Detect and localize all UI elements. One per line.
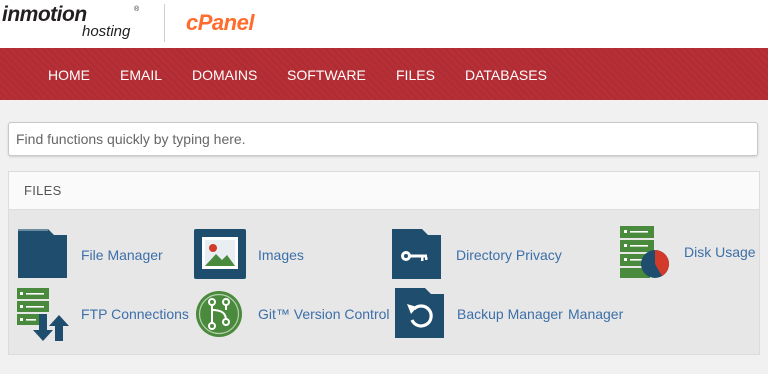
ftp-connections-icon (17, 288, 69, 341)
main-nav: HOME EMAIL DOMAINS SOFTWARE FILES DATABA… (0, 48, 768, 100)
logo-hosting-text: hosting (82, 23, 131, 40)
git-icon (196, 291, 242, 337)
file-manager-link[interactable]: File Manager (16, 229, 176, 281)
nav-domains[interactable]: DOMAINS (192, 67, 257, 83)
backup-manager-label: Backup Manager (457, 306, 563, 322)
folder-key-icon (392, 229, 441, 279)
nav-home[interactable]: HOME (48, 67, 90, 83)
logo-inmotion-text: inmotion (2, 3, 87, 26)
ftp-connections-label: FTP Connections (81, 306, 189, 322)
search-input[interactable] (9, 123, 757, 155)
image-icon (194, 229, 246, 279)
files-section-header[interactable]: FILES (9, 172, 759, 210)
nav-email[interactable]: EMAIL (120, 67, 162, 83)
inmotion-hosting-logo[interactable]: inmotion ® hosting (0, 3, 145, 43)
git-version-control-link[interactable]: Git™ Version Control (195, 290, 395, 340)
section-title: FILES (24, 183, 62, 198)
brand-divider (164, 4, 165, 42)
disk-usage-label: Disk Usage (684, 244, 756, 260)
backup-manager-link[interactable]: Backup Manager (394, 288, 563, 342)
git-version-control-label: Git™ Version Control (258, 306, 390, 322)
brand-header: inmotion ® hosting cPanel (0, 0, 768, 48)
folder-backup-icon (395, 288, 444, 338)
nav-databases[interactable]: DATABASES (465, 67, 547, 83)
nav-software[interactable]: SOFTWARE (287, 67, 366, 83)
ftp-connections-link[interactable]: FTP Connections (15, 286, 195, 342)
images-link[interactable]: Images (194, 229, 314, 281)
images-label: Images (258, 247, 304, 263)
files-section: FILES File Manager Images Directory Priv… (8, 171, 760, 355)
folder-icon (18, 229, 67, 278)
disk-usage-link[interactable]: Disk Usage (618, 224, 758, 280)
nav-files[interactable]: FILES (396, 67, 435, 83)
cpanel-logo[interactable]: cPanel (186, 10, 254, 36)
directory-privacy-label: Directory Privacy (456, 247, 562, 263)
directory-privacy-link[interactable]: Directory Privacy (391, 229, 571, 281)
logo-registered-mark: ® (134, 6, 140, 13)
disk-usage-icon (620, 226, 669, 278)
file-manager-label: File Manager (81, 247, 163, 263)
manager-link[interactable]: Manager (567, 288, 637, 342)
search-box (8, 122, 758, 156)
manager-label: Manager (568, 306, 624, 322)
